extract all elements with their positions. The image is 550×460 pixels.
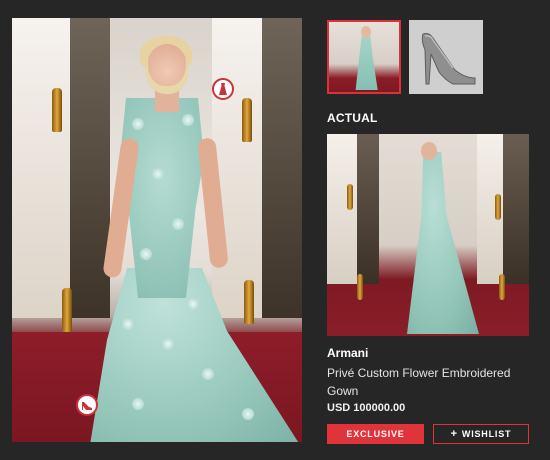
main-photo xyxy=(12,18,302,442)
wishlist-button[interactable]: + WISHLIST xyxy=(433,424,529,444)
product-price: USD 100000.00 xyxy=(327,402,406,414)
shoe-thumbnail[interactable] xyxy=(409,20,483,94)
model-head xyxy=(146,44,188,94)
shoe-image xyxy=(421,33,476,85)
product-name: Privé Custom Flower Embroidered Gown xyxy=(327,366,511,398)
dress-hotspot[interactable] xyxy=(212,78,234,100)
dress-icon xyxy=(219,83,227,95)
exclusive-button[interactable]: EXCLUSIVE xyxy=(327,424,424,444)
shoe-hotspot[interactable] xyxy=(76,394,98,416)
actual-photo xyxy=(327,134,529,336)
gown-thumbnail[interactable] xyxy=(327,20,401,94)
shoe-icon xyxy=(82,402,92,410)
plus-icon: + xyxy=(450,427,458,440)
section-title: ACTUAL xyxy=(327,111,378,125)
product-brand: Armani xyxy=(327,346,369,360)
wishlist-label: WISHLIST xyxy=(461,429,512,439)
